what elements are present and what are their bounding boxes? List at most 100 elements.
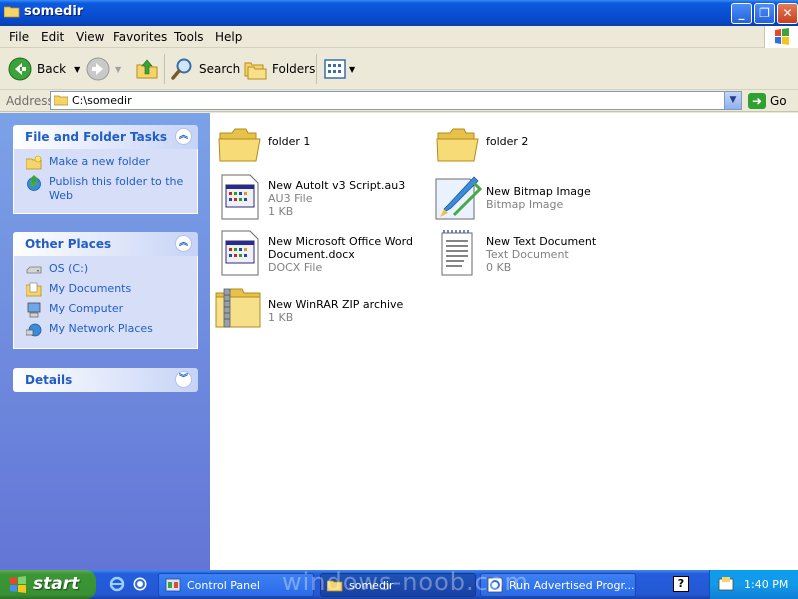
maximize-button[interactable]: ❐	[754, 3, 775, 24]
folder-icon	[4, 6, 20, 18]
panel-title: File and Folder Tasks	[25, 130, 168, 144]
collapse-chevron-icon[interactable]: ︽	[175, 128, 192, 145]
file-item[interactable]: New Bitmap Image Bitmap Image	[434, 173, 644, 225]
file-type: Text Document	[486, 248, 569, 261]
back-button[interactable]: Back ▼	[8, 54, 80, 84]
details-panel: Details ︾	[13, 368, 198, 392]
file-item[interactable]: folder 2	[434, 121, 644, 173]
menu-edit[interactable]: Edit	[41, 30, 64, 44]
os-drive-link[interactable]: OS (C:)	[14, 262, 197, 282]
file-name: New AutoIt v3 Script.au3	[268, 179, 406, 192]
file-item[interactable]: New WinRAR ZIP archive 1 KB	[214, 285, 424, 337]
taskbar-somedir[interactable]: somedir	[320, 573, 476, 597]
views-button[interactable]: ▼	[323, 54, 355, 84]
minimize-button[interactable]: _	[731, 3, 752, 24]
menu-view[interactable]: View	[76, 30, 104, 44]
taskbar-run-advertised[interactable]: Run Advertised Progr...	[480, 573, 636, 597]
my-documents-link[interactable]: My Documents	[14, 282, 197, 302]
toolbar: Back ▼ ▼ Search Folders ▼	[0, 48, 798, 90]
my-documents-icon	[26, 282, 42, 297]
start-label: start	[33, 574, 80, 594]
address-bar: Address C:\somedir ▼ ➜ Go	[0, 90, 798, 112]
run-program-icon	[487, 577, 503, 593]
file-folder-tasks-header[interactable]: File and Folder Tasks ︽	[13, 125, 198, 149]
help-icon[interactable]: ?	[673, 576, 689, 592]
place-label: My Computer	[49, 302, 124, 315]
internet-explorer-icon[interactable]	[109, 576, 125, 592]
outlook-express-icon[interactable]	[132, 576, 148, 592]
folder-icon	[327, 580, 343, 592]
toolbar-separator	[164, 54, 165, 84]
go-button[interactable]: ➜ Go	[748, 91, 787, 110]
file-type: Bitmap Image	[486, 198, 564, 211]
menu-file[interactable]: File	[9, 30, 29, 44]
file-name: New Text Document	[486, 235, 597, 248]
forward-dropdown-icon[interactable]: ▼	[115, 65, 121, 74]
other-places-panel: Other Places ︽ OS (C:) My Documents My C…	[13, 232, 198, 349]
taskbar: start Control Panel somedir Run Advertis…	[0, 568, 798, 599]
system-tray: 1:40 PM	[709, 570, 798, 599]
file-size: 1 KB	[268, 205, 294, 218]
file-name: folder 1	[268, 135, 311, 148]
go-arrow-icon: ➜	[748, 92, 766, 109]
bitmap-icon	[435, 176, 482, 220]
publish-web-icon	[27, 175, 41, 191]
my-network-places-link[interactable]: My Network Places	[14, 322, 197, 342]
address-input[interactable]: C:\somedir ▼	[50, 91, 742, 110]
file-item[interactable]: New Text Document Text Document 0 KB	[434, 229, 644, 281]
title-bar[interactable]: somedir _ ❐ ✕	[0, 0, 798, 26]
details-header[interactable]: Details ︾	[13, 368, 198, 392]
menu-help[interactable]: Help	[215, 30, 242, 44]
close-button[interactable]: ✕	[777, 3, 798, 24]
my-computer-link[interactable]: My Computer	[14, 302, 197, 322]
windows-logo-icon	[10, 576, 26, 593]
forward-button[interactable]: ▼	[86, 54, 121, 84]
zip-folder-icon	[215, 288, 261, 328]
back-dropdown-icon[interactable]: ▼	[74, 65, 80, 74]
make-new-folder-link[interactable]: Make a new folder	[14, 155, 197, 175]
notification-icon[interactable]	[718, 576, 734, 592]
file-size: 0 KB	[486, 261, 512, 274]
network-places-icon	[26, 323, 42, 337]
start-button[interactable]: start	[0, 570, 96, 599]
address-dropdown-icon[interactable]: ▼	[724, 92, 741, 109]
file-size: 1 KB	[268, 311, 294, 324]
up-folder-icon	[136, 59, 158, 79]
address-label: Address	[6, 94, 54, 108]
menu-bar: File Edit View Favorites Tools Help	[0, 26, 798, 48]
expand-chevron-icon[interactable]: ︾	[175, 371, 192, 388]
go-label: Go	[770, 93, 787, 108]
task-pane: File and Folder Tasks ︽ Make a new folde…	[0, 113, 210, 570]
search-button[interactable]: Search	[170, 54, 240, 84]
menu-tools[interactable]: Tools	[174, 30, 204, 44]
folders-button[interactable]: Folders	[243, 54, 315, 84]
file-item[interactable]: folder 1	[216, 121, 426, 173]
file-name: folder 2	[486, 135, 529, 148]
back-label: Back	[37, 62, 67, 76]
menu-favorites[interactable]: Favorites	[113, 30, 167, 44]
generic-file-icon	[221, 230, 259, 276]
place-label: My Documents	[49, 282, 132, 295]
file-folder-tasks-panel: File and Folder Tasks ︽ Make a new folde…	[13, 125, 198, 214]
taskbar-control-panel[interactable]: Control Panel	[158, 573, 314, 597]
publish-folder-link[interactable]: Publish this folder to the Web	[14, 175, 197, 207]
toolbar-separator	[316, 54, 317, 84]
file-item[interactable]: New Microsoft Office Word Document.docx …	[216, 229, 426, 281]
views-dropdown-icon[interactable]: ▼	[349, 65, 355, 74]
file-view[interactable]: folder 1 folder 2 New AutoIt v3 Script.a…	[210, 113, 798, 570]
file-name: New WinRAR ZIP archive	[268, 298, 404, 311]
task-label: Publish this folder to the Web	[49, 175, 184, 202]
place-label: My Network Places	[49, 322, 153, 335]
windows-flag-icon	[764, 26, 798, 48]
file-name: New Microsoft Office Word Document.docx	[268, 235, 413, 261]
control-panel-icon	[165, 578, 181, 592]
clock[interactable]: 1:40 PM	[744, 578, 788, 591]
other-places-header[interactable]: Other Places ︽	[13, 232, 198, 256]
up-folder-button[interactable]	[135, 54, 164, 84]
task-label: Make a new folder	[49, 155, 150, 168]
file-item[interactable]: New AutoIt v3 Script.au3 AU3 File 1 KB	[216, 173, 426, 225]
folder-icon	[218, 128, 261, 162]
my-computer-icon	[27, 302, 41, 318]
collapse-chevron-icon[interactable]: ︽	[175, 235, 192, 252]
task-label: somedir	[349, 578, 394, 592]
